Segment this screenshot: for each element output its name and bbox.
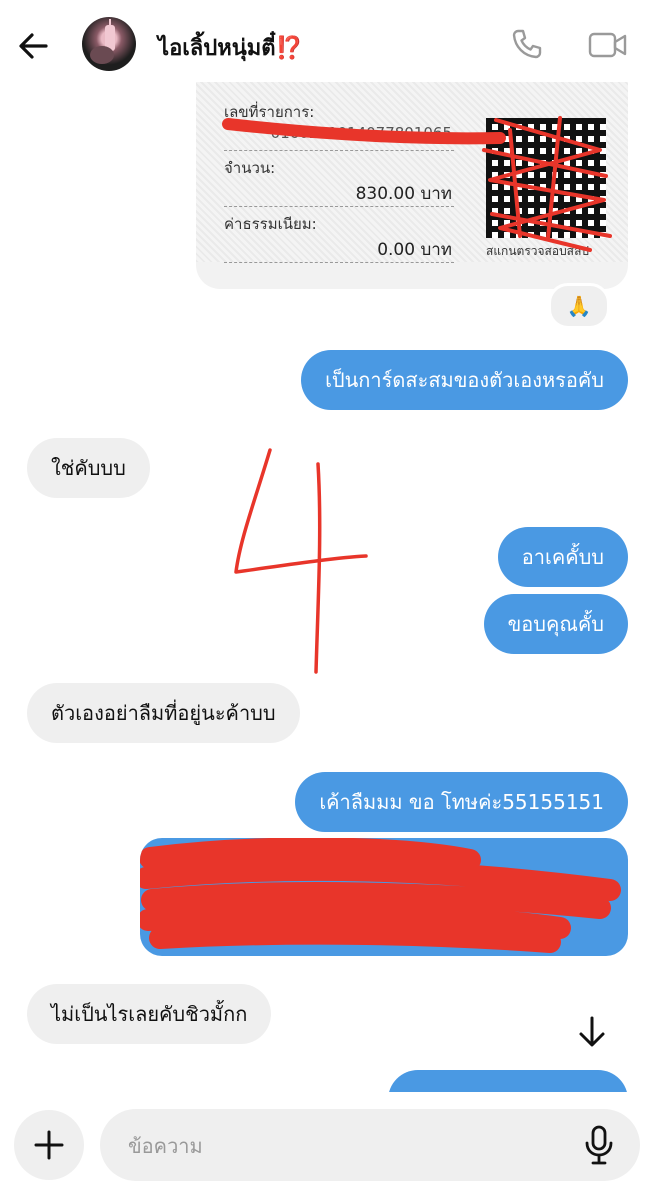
avatar[interactable] bbox=[82, 17, 136, 71]
message-bubble-outgoing[interactable]: อาเคคั้บบ bbox=[497, 527, 628, 587]
slip-ref-value: 0160221014077801065 bbox=[270, 124, 452, 142]
slip-amount-label: จำนวน: bbox=[224, 159, 276, 177]
slip-amount-value: 830.00 บาท bbox=[355, 184, 452, 204]
phone-icon[interactable] bbox=[510, 27, 544, 61]
scroll-down-arrow-icon[interactable] bbox=[574, 1012, 610, 1052]
red-scribble-redaction bbox=[140, 838, 621, 953]
microphone-icon[interactable] bbox=[582, 1124, 616, 1166]
plus-icon bbox=[34, 1130, 64, 1160]
reaction-badge[interactable]: 🙏 bbox=[548, 283, 610, 329]
contact-name[interactable]: ไอเลิ้ปหนุ่มตี๋⁉️ bbox=[158, 30, 303, 65]
redacted-message-bubble[interactable] bbox=[140, 838, 628, 956]
message-bubble-outgoing[interactable]: เป็นการ์ดสะสมของตัวเองหรอคับ bbox=[301, 350, 628, 410]
qr-code bbox=[486, 118, 606, 238]
divider bbox=[224, 206, 454, 207]
qr-caption: สแกนตรวจสอบสลิป bbox=[486, 244, 589, 258]
add-button[interactable] bbox=[14, 1110, 84, 1180]
message-input-placeholder: ข้อความ bbox=[128, 1134, 203, 1158]
transfer-slip-image[interactable]: เลขที่รายการ: 0160221014077801065 จำนวน:… bbox=[196, 82, 628, 289]
back-arrow-icon[interactable] bbox=[14, 26, 54, 66]
divider bbox=[224, 150, 454, 151]
slip-fee-label: ค่าธรรมเนียม: bbox=[224, 215, 317, 233]
message-bubble-incoming[interactable]: ตัวเองอย่าลืมที่อยู่นะค้าบบ bbox=[27, 683, 300, 743]
message-bubble-incoming[interactable]: ไม่เป็นไรเลยคับชิวมั้กก bbox=[27, 984, 272, 1044]
slip-fee-value: 0.00 บาท bbox=[377, 240, 452, 260]
divider bbox=[224, 262, 454, 263]
message-bubble-outgoing[interactable]: เค้าลืมมม ขอ โทษค่ะ55155151 bbox=[295, 772, 628, 832]
video-call-icon[interactable] bbox=[588, 30, 628, 60]
chat-header: ไอเลิ้ปหนุ่มตี๋⁉️ bbox=[0, 0, 655, 82]
message-bubble-incoming[interactable]: ใช่คับบบ bbox=[27, 438, 150, 498]
message-bubble-outgoing[interactable]: ขอบคุณคั้บ bbox=[483, 594, 628, 654]
slip-ref-label: เลขที่รายการ: bbox=[224, 103, 315, 121]
